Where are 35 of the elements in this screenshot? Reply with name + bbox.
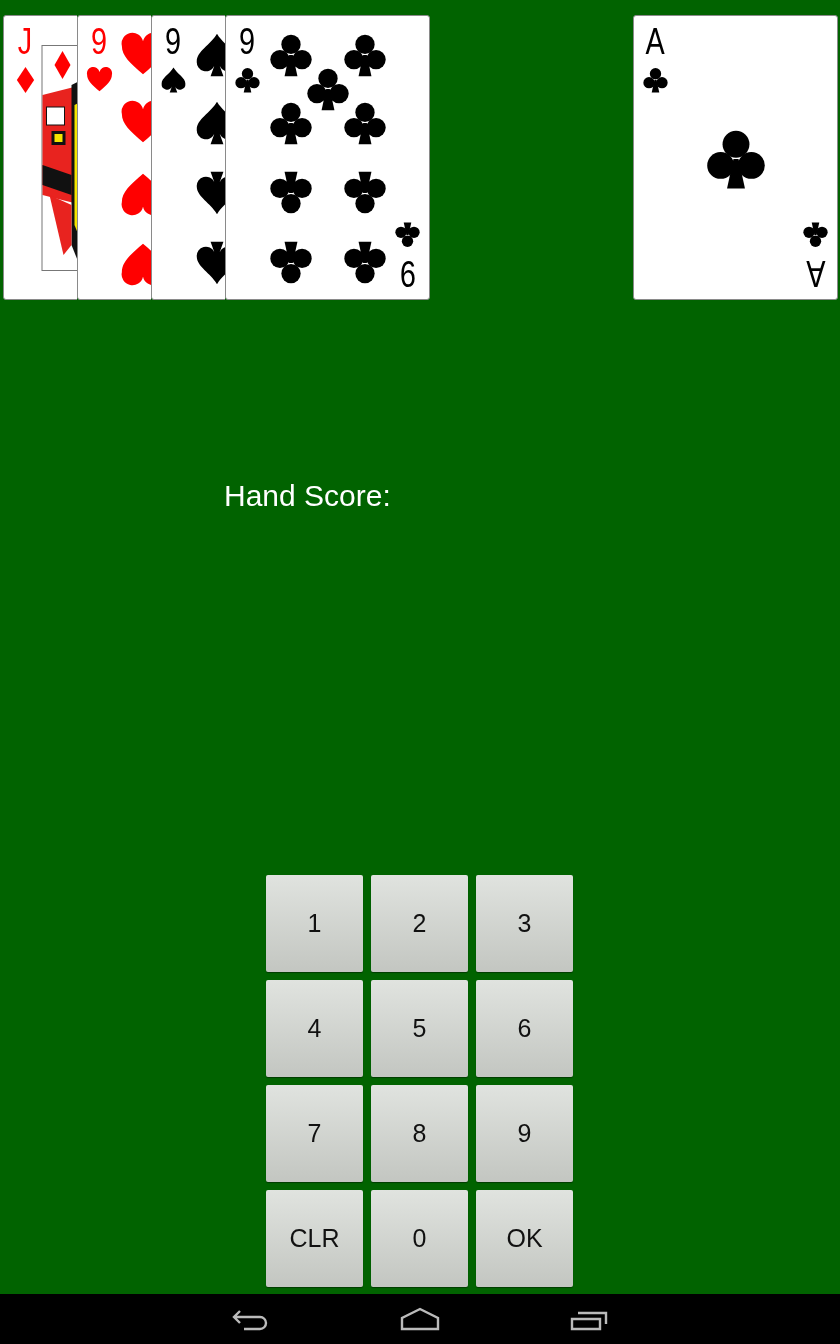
card-rank: A <box>805 255 827 291</box>
keypad-key[interactable]: 2 <box>371 875 468 972</box>
club-icon <box>268 170 314 216</box>
club-icon <box>268 32 314 78</box>
card-rank: 9 <box>90 24 108 60</box>
playing-card[interactable]: J <box>3 15 77 300</box>
card-rank: 9 <box>164 24 182 60</box>
playing-card[interactable]: 9 9 <box>225 15 430 300</box>
club-icon <box>268 100 314 146</box>
card-rank: J <box>16 24 34 60</box>
club-icon <box>268 240 314 286</box>
keypad-key[interactable]: 3 <box>476 875 573 972</box>
playing-card[interactable]: A A <box>633 15 838 300</box>
hand-score-label: Hand Score: <box>223 478 392 514</box>
home-icon[interactable] <box>400 1307 440 1331</box>
keypad-key[interactable]: 5 <box>371 980 468 1077</box>
playing-card[interactable]: 9 <box>151 15 225 300</box>
keypad-key[interactable]: 0 <box>371 1190 468 1287</box>
back-icon[interactable] <box>230 1307 270 1331</box>
club-icon <box>342 170 388 216</box>
keypad-key[interactable]: 6 <box>476 980 573 1077</box>
club-icon <box>305 66 351 112</box>
club-icon <box>342 240 388 286</box>
keypad-key[interactable]: OK <box>476 1190 573 1287</box>
club-icon <box>342 100 388 146</box>
keypad-key[interactable]: 7 <box>266 1085 363 1182</box>
card-rank: 9 <box>238 24 256 60</box>
keypad-key[interactable]: 8 <box>371 1085 468 1182</box>
keypad-key[interactable]: 9 <box>476 1085 573 1182</box>
keypad-key[interactable]: 4 <box>266 980 363 1077</box>
keypad-key[interactable]: 1 <box>266 875 363 972</box>
keypad-key[interactable]: CLR <box>266 1190 363 1287</box>
card-rank: A <box>644 24 666 60</box>
card-rank: 9 <box>399 255 417 291</box>
club-icon <box>342 32 388 78</box>
